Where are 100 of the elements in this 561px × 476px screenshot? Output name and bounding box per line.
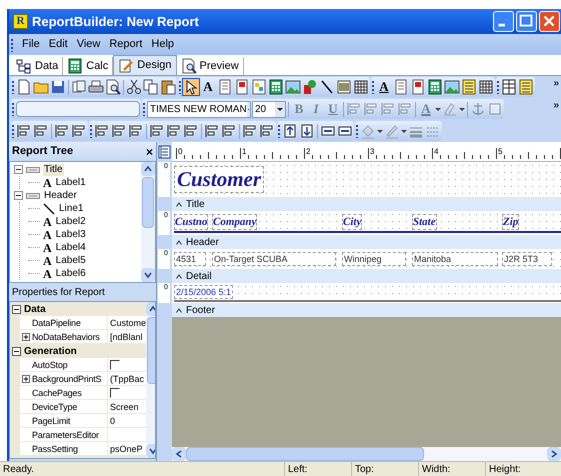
alignment-icon[interactable] — [111, 123, 127, 139]
toolbar-grip[interactable] — [12, 123, 15, 139]
tree-item[interactable]: Label5 — [54, 254, 87, 266]
memo-icon[interactable] — [393, 79, 409, 95]
toolbar-grip[interactable] — [90, 123, 93, 139]
tree-item[interactable]: Line1 — [58, 202, 84, 214]
scroll-right-button[interactable] — [547, 447, 561, 461]
data-field[interactable]: Manitoba — [412, 252, 498, 266]
alignment-icon[interactable] — [33, 123, 49, 139]
alignment-icon[interactable] — [71, 123, 87, 139]
column-heading[interactable]: City — [342, 214, 362, 230]
table-icon[interactable] — [461, 79, 477, 95]
column-heading[interactable]: Custno — [174, 214, 208, 230]
date-field[interactable]: 2/15/2006 5:1 — [174, 285, 234, 299]
tree-item[interactable]: Label6 — [54, 268, 87, 280]
overflow-button[interactable]: » — [553, 76, 561, 91]
tree-item[interactable]: Label3 — [54, 228, 87, 240]
alignment-icon[interactable] — [204, 123, 220, 139]
pages-icon[interactable] — [71, 79, 87, 95]
alignment-icon[interactable] — [149, 123, 165, 139]
toolbar-grip[interactable] — [143, 101, 146, 117]
style-field[interactable] — [16, 101, 140, 117]
property-value[interactable]: (TppBac — [110, 372, 144, 384]
menu-item[interactable]: File — [21, 36, 41, 53]
scissors-icon[interactable] — [126, 79, 142, 95]
collapse-icon[interactable] — [12, 346, 21, 356]
tab[interactable]: Design — [113, 55, 177, 75]
menu-item[interactable]: View — [76, 36, 102, 53]
scrollbar[interactable] — [141, 162, 155, 282]
scroll-left-button[interactable] — [172, 447, 186, 461]
maximize-button[interactable] — [516, 11, 537, 32]
toolbar-grip[interactable] — [12, 101, 15, 117]
property-value[interactable]: [ndBlanl — [110, 330, 143, 342]
letter-tool-button[interactable]: A — [200, 79, 216, 95]
collapse-icon[interactable] — [14, 191, 23, 200]
scroll-down-button[interactable] — [141, 268, 155, 282]
shape-icon[interactable] — [302, 79, 318, 95]
alignment-icon[interactable] — [128, 123, 144, 139]
tree-item[interactable]: Label4 — [54, 242, 87, 254]
scrollbar-thumb[interactable] — [142, 177, 154, 228]
pointer-icon[interactable] — [183, 79, 199, 95]
menu-item[interactable]: Report — [108, 36, 144, 53]
grid-icon[interactable] — [353, 79, 369, 95]
alignment-icon[interactable] — [166, 123, 182, 139]
alignment-icon[interactable] — [16, 123, 32, 139]
toolbar-grip[interactable] — [179, 79, 182, 95]
data-field[interactable]: On-Target SCUBA — [212, 252, 336, 266]
toolbar-grip[interactable] — [372, 79, 375, 95]
toolbar-grip[interactable] — [11, 36, 14, 52]
alignment-icon[interactable] — [259, 123, 275, 139]
tree-item[interactable]: Title — [43, 164, 64, 176]
calculator-icon[interactable] — [427, 79, 443, 95]
combo-box[interactable]: 20 — [252, 100, 286, 118]
tab[interactable]: Preview — [176, 57, 244, 75]
preview-icon[interactable] — [105, 79, 121, 95]
property-value[interactable]: psOneP — [110, 442, 143, 454]
checkbox[interactable] — [110, 388, 120, 398]
toolbar-grip[interactable] — [356, 123, 359, 139]
alignment-icon[interactable] — [221, 123, 237, 139]
toolbar-grip[interactable] — [497, 79, 500, 95]
close-button[interactable] — [539, 11, 560, 32]
collapse-icon[interactable] — [12, 304, 21, 314]
column-heading[interactable]: Company — [212, 214, 258, 230]
tree-item[interactable]: Label1 — [54, 176, 87, 188]
column-heading[interactable]: State — [412, 214, 437, 230]
property-value[interactable]: 0 — [110, 414, 116, 426]
combo-box[interactable]: TIMES NEW ROMAN — [147, 100, 251, 118]
menu-item[interactable]: Edit — [48, 36, 69, 53]
bars-icon[interactable] — [336, 79, 352, 95]
printer-icon[interactable] — [88, 79, 104, 95]
checkbox[interactable] — [110, 360, 120, 370]
line-icon[interactable] — [319, 79, 335, 95]
image-icon[interactable] — [285, 79, 301, 95]
letter-tool-button[interactable]: A — [376, 79, 392, 95]
arrow-down-icon[interactable] — [299, 123, 315, 139]
alignment-icon[interactable] — [242, 123, 258, 139]
scroll-up-button[interactable] — [141, 162, 155, 176]
scrollbar-thumb[interactable] — [186, 447, 424, 461]
alignment-icon[interactable] — [94, 123, 110, 139]
data-field[interactable]: Winnipeg — [342, 252, 406, 266]
minimize-button[interactable] — [493, 11, 514, 32]
property-value[interactable]: Custome — [110, 316, 146, 328]
calculator-icon[interactable] — [268, 79, 284, 95]
copy-icon[interactable] — [143, 79, 159, 95]
report-title[interactable]: Customer — [174, 166, 264, 193]
arrow-up-icon[interactable] — [282, 123, 298, 139]
column-heading[interactable]: Zip — [502, 214, 520, 230]
memo-icon[interactable] — [217, 79, 233, 95]
collapse-icon[interactable] — [14, 165, 23, 174]
report-grid-icon[interactable] — [501, 79, 517, 95]
clipboard-icon[interactable] — [160, 79, 176, 95]
data-field[interactable]: J2R 5T3 — [502, 252, 552, 266]
document-icon[interactable] — [16, 79, 32, 95]
data-field[interactable]: 4531 — [174, 252, 206, 266]
overflow-button[interactable]: » — [553, 98, 561, 113]
tree-item[interactable]: Header — [43, 190, 78, 202]
expand-icon[interactable] — [22, 332, 30, 340]
alignment-icon[interactable] — [54, 123, 70, 139]
menu-item[interactable]: Help — [150, 36, 176, 53]
property-value[interactable]: Screen — [110, 400, 139, 412]
